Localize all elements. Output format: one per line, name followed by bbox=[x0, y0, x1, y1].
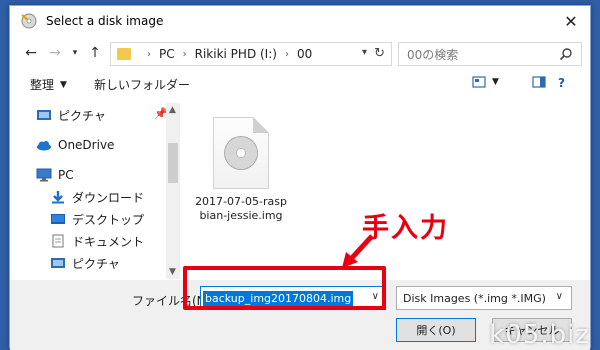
command-bar: 整理 ▼ 新しいフォルダー ▼ ? bbox=[10, 72, 590, 98]
open-button[interactable]: 開く(O) bbox=[396, 318, 476, 342]
window-title: Select a disk image bbox=[46, 14, 164, 28]
breadcrumb-separator: › bbox=[284, 48, 289, 60]
sidebar-scrollbar[interactable]: ▲ ▼ bbox=[166, 103, 180, 279]
chevron-down-icon: ▼ bbox=[60, 79, 67, 90]
sidebar-item-label: PC bbox=[58, 168, 74, 182]
address-bar[interactable]: › PC › Rikiki PHD (I:) › 00 ▾ ↻ bbox=[110, 42, 392, 66]
breadcrumb-item-pc[interactable]: PC bbox=[159, 47, 175, 61]
view-icon bbox=[472, 76, 486, 88]
breadcrumb: › PC › Rikiki PHD (I:) › 00 bbox=[139, 47, 312, 61]
breadcrumb-separator: › bbox=[147, 48, 151, 60]
up-arrow-icon[interactable]: ↑ bbox=[86, 44, 104, 62]
forward-arrow-icon[interactable]: → bbox=[46, 44, 64, 62]
scrollbar-thumb[interactable] bbox=[168, 143, 178, 183]
content-area: ピクチャ 📌 OneDrive PC ダウンロード デスクトップ ドキュメント … bbox=[24, 102, 582, 279]
chevron-down-icon: ∨ bbox=[555, 291, 563, 302]
back-arrow-icon[interactable]: ← bbox=[22, 44, 40, 62]
sidebar-item-downloads[interactable]: ダウンロード bbox=[50, 187, 144, 207]
breadcrumb-item-drive[interactable]: Rikiki PHD (I:) bbox=[195, 47, 277, 61]
sidebar-item-pictures-2[interactable]: ピクチャ bbox=[50, 253, 120, 273]
app-icon bbox=[21, 13, 37, 29]
file-type-select[interactable]: Disk Images (*.img *.IMG) ∨ bbox=[396, 286, 572, 310]
disc-image-icon bbox=[213, 117, 269, 189]
search-placeholder: 00の検索 bbox=[407, 47, 459, 62]
scroll-down-icon[interactable]: ▼ bbox=[169, 267, 176, 277]
file-list: 2017-07-05-raspbian-jessie.img bbox=[184, 103, 582, 279]
pc-icon bbox=[36, 168, 52, 182]
filename-highlight-box bbox=[183, 266, 386, 310]
recent-dropdown-icon[interactable]: ▾ bbox=[66, 44, 84, 62]
documents-icon bbox=[52, 234, 64, 248]
title-bar: Select a disk image ✕ bbox=[10, 6, 590, 36]
breadcrumb-separator: › bbox=[182, 48, 187, 60]
navigation-bar: ← → ▾ ↑ › PC › Rikiki PHD (I:) › 00 ▾ ↻ … bbox=[10, 40, 590, 68]
search-input[interactable]: 00の検索 bbox=[398, 42, 582, 66]
sidebar-item-label: デスクトップ bbox=[72, 212, 145, 227]
pictures-icon bbox=[51, 258, 65, 268]
file-name: 2017-07-05-raspbian-jessie.img bbox=[195, 195, 287, 222]
sidebar-item-label: ダウンロード bbox=[72, 190, 145, 205]
sidebar-item-label: ドキュメント bbox=[72, 234, 145, 249]
annotation-arrow-icon bbox=[342, 234, 374, 268]
folder-icon bbox=[117, 48, 131, 60]
help-icon[interactable]: ? bbox=[558, 76, 565, 90]
sidebar-item-label: ピクチャ bbox=[58, 108, 106, 123]
new-folder-button[interactable]: 新しいフォルダー bbox=[94, 76, 190, 93]
scroll-up-icon[interactable]: ▲ bbox=[169, 105, 176, 115]
new-folder-label: 新しいフォルダー bbox=[94, 78, 191, 92]
watermark: k05.biz bbox=[489, 320, 590, 350]
sidebar-item-documents[interactable]: ドキュメント bbox=[50, 231, 144, 251]
organize-label: 整理 bbox=[30, 78, 55, 92]
sidebar-item-label: ピクチャ bbox=[72, 256, 120, 271]
sidebar-item-pc[interactable]: PC bbox=[36, 165, 74, 185]
disc-icon bbox=[224, 136, 258, 170]
close-icon[interactable]: ✕ bbox=[560, 10, 582, 32]
view-options-button[interactable]: ▼ bbox=[472, 76, 499, 88]
preview-pane-button[interactable] bbox=[532, 76, 546, 88]
pictures-icon bbox=[37, 110, 51, 120]
search-icon bbox=[559, 48, 572, 61]
sidebar-item-label: OneDrive bbox=[58, 138, 115, 152]
refresh-icon[interactable]: ↻ bbox=[374, 46, 385, 61]
breadcrumb-item-folder[interactable]: 00 bbox=[297, 47, 312, 61]
cloud-icon bbox=[37, 141, 51, 151]
chevron-down-icon: ▼ bbox=[492, 77, 499, 87]
file-item[interactable]: 2017-07-05-raspbian-jessie.img bbox=[194, 117, 288, 223]
navigation-pane: ピクチャ 📌 OneDrive PC ダウンロード デスクトップ ドキュメント … bbox=[24, 103, 168, 279]
sidebar-item-desktop[interactable]: デスクトップ bbox=[50, 209, 144, 229]
download-icon bbox=[52, 191, 64, 204]
preview-pane-icon bbox=[532, 76, 546, 88]
sidebar-item-pictures[interactable]: ピクチャ 📌 bbox=[36, 105, 168, 125]
address-dropdown-icon[interactable]: ▾ bbox=[362, 47, 367, 58]
sidebar-item-onedrive[interactable]: OneDrive bbox=[36, 135, 114, 155]
desktop-icon bbox=[51, 214, 65, 224]
file-type-value: Disk Images (*.img *.IMG) bbox=[403, 291, 546, 305]
organize-button[interactable]: 整理 ▼ bbox=[30, 76, 67, 93]
